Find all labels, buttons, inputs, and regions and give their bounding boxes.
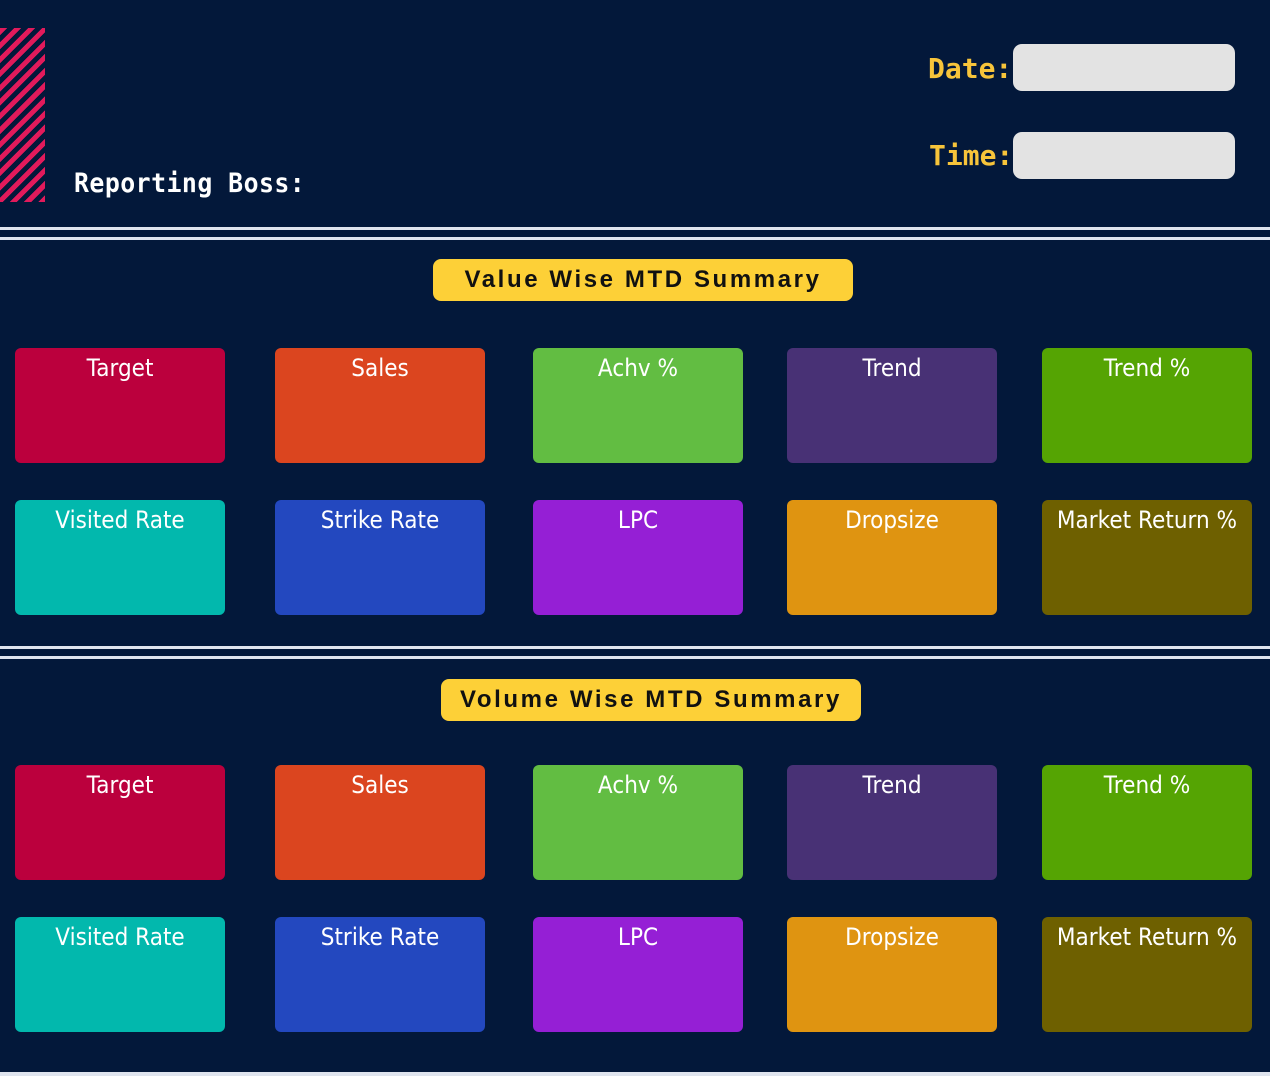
volume-card-strike-rate[interactable]: Strike Rate bbox=[275, 917, 485, 1032]
value-section-title: Value Wise MTD Summary bbox=[433, 259, 853, 301]
volume-section-title: Volume Wise MTD Summary bbox=[441, 679, 861, 721]
card-label: Trend bbox=[862, 354, 922, 382]
volume-card-dropsize[interactable]: Dropsize bbox=[787, 917, 997, 1032]
volume-card-target[interactable]: Target bbox=[15, 765, 225, 880]
value-card-market-return[interactable]: Market Return % bbox=[1042, 500, 1252, 615]
card-label: Strike Rate bbox=[320, 506, 440, 534]
value-card-trend-pct[interactable]: Trend % bbox=[1042, 348, 1252, 463]
card-label: LPC bbox=[617, 923, 659, 951]
volume-card-trend[interactable]: Trend bbox=[787, 765, 997, 880]
card-label: Strike Rate bbox=[320, 923, 440, 951]
card-label: Market Return % bbox=[1056, 506, 1238, 534]
card-label: Trend % bbox=[1103, 354, 1191, 382]
card-label: Market Return % bbox=[1056, 923, 1238, 951]
value-card-visited-rate[interactable]: Visited Rate bbox=[15, 500, 225, 615]
value-card-strike-rate[interactable]: Strike Rate bbox=[275, 500, 485, 615]
volume-card-visited-rate[interactable]: Visited Rate bbox=[15, 917, 225, 1032]
value-card-sales[interactable]: Sales bbox=[275, 348, 485, 463]
card-label: Achv % bbox=[597, 771, 679, 799]
card-label: Dropsize bbox=[845, 923, 939, 951]
date-label: Date: bbox=[928, 52, 1013, 85]
volume-card-lpc[interactable]: LPC bbox=[533, 917, 743, 1032]
bottom-divider bbox=[0, 1072, 1270, 1076]
value-card-target[interactable]: Target bbox=[15, 348, 225, 463]
card-label: Target bbox=[86, 354, 154, 382]
card-label: Trend bbox=[862, 771, 922, 799]
reporting-boss-label: Reporting Boss: bbox=[74, 168, 306, 199]
value-card-dropsize[interactable]: Dropsize bbox=[787, 500, 997, 615]
header-divider bbox=[0, 227, 1270, 240]
volume-card-achv[interactable]: Achv % bbox=[533, 765, 743, 880]
card-label: Sales bbox=[351, 354, 409, 382]
card-label: LPC bbox=[617, 506, 659, 534]
card-label: Trend % bbox=[1103, 771, 1191, 799]
card-label: Visited Rate bbox=[55, 506, 185, 534]
card-label: Visited Rate bbox=[55, 923, 185, 951]
card-label: Achv % bbox=[597, 354, 679, 382]
time-label: Time: bbox=[929, 139, 1014, 172]
card-label: Target bbox=[86, 771, 154, 799]
card-label: Dropsize bbox=[845, 506, 939, 534]
volume-card-trend-pct[interactable]: Trend % bbox=[1042, 765, 1252, 880]
volume-card-sales[interactable]: Sales bbox=[275, 765, 485, 880]
volume-card-market-return[interactable]: Market Return % bbox=[1042, 917, 1252, 1032]
date-field[interactable] bbox=[1013, 44, 1235, 91]
value-card-achv[interactable]: Achv % bbox=[533, 348, 743, 463]
section-divider bbox=[0, 646, 1270, 659]
value-card-trend[interactable]: Trend bbox=[787, 348, 997, 463]
card-label: Sales bbox=[351, 771, 409, 799]
stripe-decoration bbox=[0, 28, 45, 202]
value-card-lpc[interactable]: LPC bbox=[533, 500, 743, 615]
time-field[interactable] bbox=[1013, 132, 1235, 179]
